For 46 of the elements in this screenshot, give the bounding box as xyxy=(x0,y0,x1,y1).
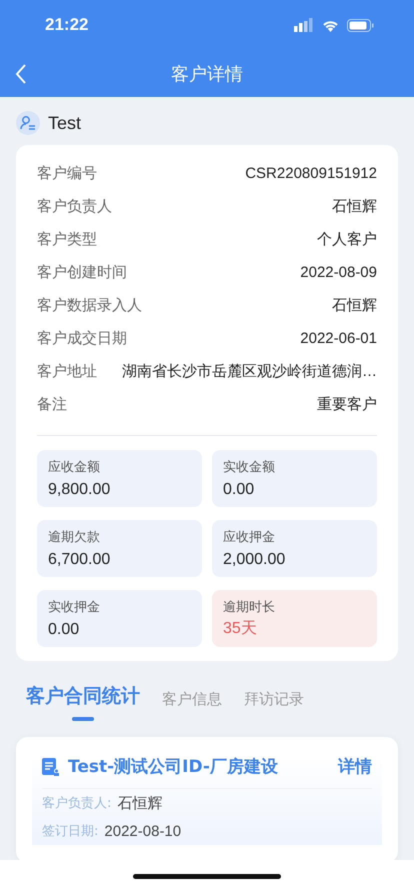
detail-value: 石恒辉 xyxy=(332,197,377,216)
contract-value: 2022-08-10 xyxy=(104,822,182,840)
detail-label: 客户编号 xyxy=(37,164,97,183)
page-title: 客户详情 xyxy=(171,62,243,86)
stat-label: 逾期时长 xyxy=(223,599,276,616)
detail-value: 石恒辉 xyxy=(332,296,377,315)
detail-label: 客户地址 xyxy=(37,362,97,381)
details-link[interactable]: 详情 xyxy=(338,755,372,778)
customer-name: Test xyxy=(48,112,82,134)
back-icon[interactable] xyxy=(15,64,27,84)
contract-label: 签订日期: xyxy=(42,823,98,840)
signal-icon xyxy=(294,18,314,32)
stat-label: 应收押金 xyxy=(223,529,276,546)
tab[interactable]: 拜访记录 xyxy=(244,690,304,723)
battery-icon xyxy=(347,18,374,32)
detail-value: CSR220809151912 xyxy=(245,165,377,182)
stat-label: 逾期欠款 xyxy=(48,529,101,546)
tab[interactable]: 客户信息 xyxy=(162,690,222,723)
stat-value: 9,800.00 xyxy=(48,481,112,499)
detail-label: 客户负责人 xyxy=(37,197,112,216)
detail-label: 客户类型 xyxy=(37,230,97,249)
stat-label: 实收押金 xyxy=(48,599,101,616)
detail-value: 个人客户 xyxy=(317,230,377,249)
contract-title: Test-测试公司ID-厂房建设 xyxy=(68,756,279,778)
stat-value: 6,700.00 xyxy=(48,551,112,569)
contract-value: 石恒辉 xyxy=(117,794,162,812)
status-time: 21:22 xyxy=(45,15,88,35)
document-icon xyxy=(42,758,60,776)
stat-label: 应收金额 xyxy=(48,459,101,476)
detail-label: 备注 xyxy=(37,395,67,414)
detail-label: 客户创建时间 xyxy=(37,263,127,282)
stat-label: 实收金额 xyxy=(223,459,276,476)
detail-value: 重要客户 xyxy=(317,395,377,414)
detail-value: 2022-08-09 xyxy=(300,264,377,281)
detail-label: 客户数据录入人 xyxy=(37,296,142,315)
contract-label: 客户负责人: xyxy=(42,795,112,812)
person-icon xyxy=(16,111,40,135)
stat-value: 2,000.00 xyxy=(223,551,286,569)
tab[interactable]: 客户合同统计 xyxy=(26,683,140,723)
detail-value: 湖南省长沙市岳麓区观沙岭街道德润… xyxy=(122,362,377,381)
stat-value: 35天 xyxy=(223,619,258,639)
wifi-icon xyxy=(322,18,339,32)
stat-value: 0.00 xyxy=(223,481,256,499)
detail-label: 客户成交日期 xyxy=(37,329,127,348)
stat-value: 0.00 xyxy=(48,621,80,639)
detail-value: 2022-06-01 xyxy=(300,330,377,347)
